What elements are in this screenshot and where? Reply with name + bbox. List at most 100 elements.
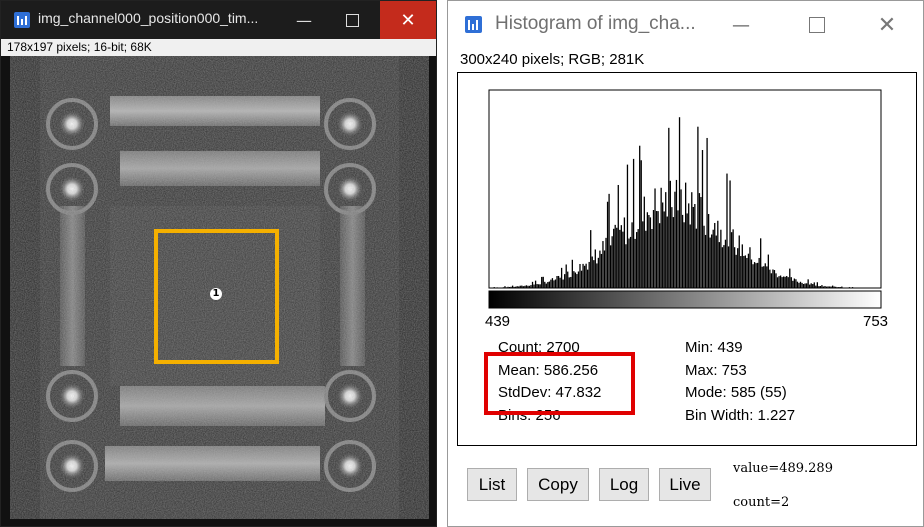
histogram-bar xyxy=(764,263,766,288)
histogram-bar xyxy=(547,282,549,288)
histogram-bar xyxy=(652,210,655,288)
axis-max-label: 753 xyxy=(863,313,889,330)
histogram-bar xyxy=(639,145,641,288)
histogram-bar xyxy=(645,230,647,288)
histogram-bar xyxy=(521,285,523,288)
log-button[interactable]: Log xyxy=(599,468,649,501)
histogram-bar xyxy=(651,229,653,288)
histogram-window-titlebar[interactable]: Histogram of img_cha... — ✕ xyxy=(448,1,923,48)
image-window-titlebar[interactable]: img_channel000_position000_tim... — ✕ xyxy=(1,1,436,39)
histogram-bar xyxy=(525,285,528,288)
close-icon: ✕ xyxy=(877,12,897,38)
histogram-bar xyxy=(649,217,652,288)
histogram-bar xyxy=(576,274,578,288)
histogram-bar xyxy=(672,217,675,288)
highlight-box xyxy=(484,352,635,415)
histogram-bar xyxy=(657,211,659,288)
histogram-bar xyxy=(527,285,529,288)
histogram-bar xyxy=(560,267,563,288)
histogram-bar xyxy=(821,285,823,288)
close-button[interactable]: ✕ xyxy=(380,1,436,39)
histogram-bar xyxy=(669,180,671,288)
histogram-bar xyxy=(609,245,612,288)
histogram-bar xyxy=(841,286,843,288)
histogram-bar xyxy=(761,266,763,288)
histogram-bar xyxy=(701,150,704,288)
stat-min: Min: 439 xyxy=(685,339,743,356)
histogram-bar xyxy=(565,264,567,288)
histogram-bar xyxy=(516,286,518,288)
histogram-bar xyxy=(804,283,806,288)
histogram-bar xyxy=(665,192,667,288)
histogram-bar xyxy=(760,238,762,288)
live-button[interactable]: Live xyxy=(659,468,711,501)
histogram-bar xyxy=(723,245,725,288)
histogram-bar xyxy=(502,287,505,288)
histogram-bar xyxy=(822,286,825,288)
histogram-bar xyxy=(573,271,575,288)
histogram-bar xyxy=(614,224,616,288)
list-button[interactable]: List xyxy=(467,468,517,501)
close-button[interactable]: ✕ xyxy=(864,6,910,44)
histogram-bar xyxy=(683,222,685,288)
histogram-bar xyxy=(515,286,517,288)
histogram-window-title: Histogram of img_cha... xyxy=(495,13,696,34)
histogram-bar xyxy=(666,216,668,288)
histogram-bar xyxy=(562,279,564,288)
histogram-bar xyxy=(770,273,773,288)
histogram-bar xyxy=(738,235,740,288)
histogram-bar xyxy=(792,280,794,288)
histogram-bar xyxy=(706,137,708,288)
histogram-bar xyxy=(617,184,619,288)
histogram-bar xyxy=(689,224,691,288)
histogram-bar xyxy=(793,278,796,288)
histogram-plot[interactable] xyxy=(488,89,882,309)
minimize-button[interactable]: — xyxy=(718,6,764,44)
histogram-bar xyxy=(772,269,774,288)
histogram-bar xyxy=(668,127,670,288)
image-canvas[interactable]: 1 xyxy=(10,56,429,519)
minimize-icon: — xyxy=(732,14,750,36)
maximize-icon xyxy=(345,13,359,27)
imagej-app-icon xyxy=(14,12,30,28)
histogram-bar xyxy=(704,234,707,288)
histogram-bar xyxy=(809,284,811,288)
maximize-button[interactable] xyxy=(794,6,840,44)
histogram-bar xyxy=(744,255,747,288)
minimize-button[interactable]: — xyxy=(281,1,327,39)
histogram-bar xyxy=(662,202,664,288)
histogram-bar xyxy=(534,280,537,288)
histogram-bar xyxy=(553,280,555,288)
roi-label: 1 xyxy=(210,288,222,300)
histogram-bar xyxy=(636,232,638,288)
histogram-bar xyxy=(721,247,724,288)
histogram-bar xyxy=(623,217,626,288)
histogram-bar xyxy=(833,286,835,288)
histogram-bar xyxy=(769,269,771,288)
histogram-bar xyxy=(605,237,607,288)
histogram-bar xyxy=(613,228,615,288)
histogram-bar xyxy=(836,287,838,288)
histogram-bar xyxy=(766,266,768,288)
copy-button[interactable]: Copy xyxy=(527,468,589,501)
histogram-bar xyxy=(493,287,495,288)
histogram-bar xyxy=(597,257,600,288)
histogram-bar xyxy=(571,259,573,288)
histogram-bar xyxy=(619,229,621,288)
histogram-bar xyxy=(813,282,815,288)
minimize-icon: — xyxy=(296,10,312,30)
histogram-bar xyxy=(801,282,803,288)
histogram-bar xyxy=(737,248,739,288)
histogram-bar xyxy=(536,284,538,288)
maximize-button[interactable] xyxy=(329,1,375,39)
histogram-bar xyxy=(531,281,534,288)
histogram-bar xyxy=(700,197,702,288)
histogram-bar xyxy=(715,235,717,288)
histogram-bar xyxy=(671,207,673,288)
histogram-bar xyxy=(646,212,649,288)
histogram-bar xyxy=(709,237,711,288)
histogram-bar xyxy=(513,286,515,288)
histogram-bar xyxy=(784,276,786,288)
histogram-bar xyxy=(579,264,581,288)
histogram-bar xyxy=(810,283,812,288)
